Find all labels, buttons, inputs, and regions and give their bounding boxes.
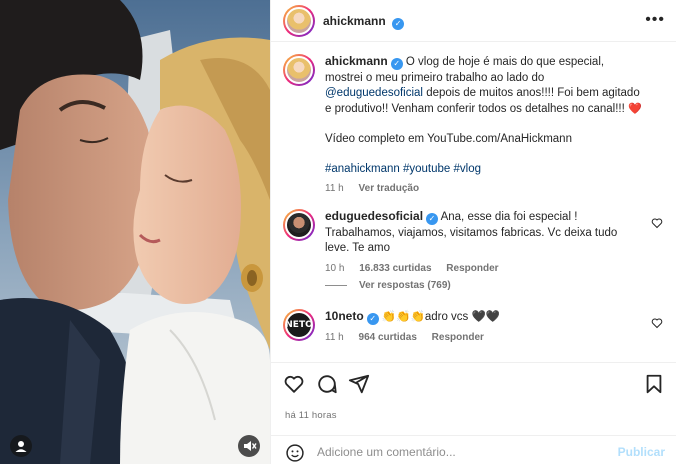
post-side-panel: ahickmann ✓ ••• ahickmann ✓ O vlog de hoj… <box>270 0 676 464</box>
verified-badge-icon: ✓ <box>390 58 403 70</box>
instagram-post-modal: ahickmann ✓ ••• ahickmann ✓ O vlog de hoj… <box>0 0 676 464</box>
author-avatar[interactable] <box>283 5 315 37</box>
caption-username[interactable]: ahickmann <box>325 54 388 68</box>
heart-icon[interactable] <box>283 373 305 395</box>
commenter-avatar[interactable] <box>283 209 315 241</box>
verified-badge-icon: ✓ <box>392 18 405 30</box>
comment-like-heart-icon[interactable] <box>651 217 663 229</box>
comment-text: 10neto ✓ 👏👏👏adro vcs 🖤🖤 <box>325 309 643 326</box>
comment-likes[interactable]: 964 curtidas <box>359 332 417 343</box>
view-replies-button[interactable]: Ver respostas (769) <box>325 280 451 291</box>
caption-video-line: Vídeo completo em YouTube.com/AnaHickman… <box>325 133 572 145</box>
bookmark-icon[interactable] <box>643 373 665 395</box>
add-comment-input[interactable] <box>317 442 607 462</box>
emoji-icon[interactable] <box>285 443 305 463</box>
caption-avatar[interactable] <box>283 54 315 86</box>
mention-link[interactable]: @eduguedesoficial <box>325 87 423 99</box>
comment-username[interactable]: 10neto <box>325 309 364 323</box>
tagged-users-icon[interactable] <box>10 435 32 457</box>
audio-muted-icon[interactable] <box>238 435 260 457</box>
replies-divider-line <box>325 284 347 286</box>
comment-meta: 11 h 964 curtidas Responder <box>325 332 665 343</box>
publish-button[interactable]: Publicar <box>618 445 665 459</box>
comment-icon[interactable] <box>316 373 338 395</box>
more-horizontal-icon[interactable]: ••• <box>645 12 665 28</box>
caption-text: ahickmann ✓ O vlog de hoje é mais do que … <box>325 54 643 177</box>
caption-meta: 11 h Ver tradução <box>325 183 665 194</box>
neto-avatar-logo: NETO <box>285 311 313 339</box>
author-username[interactable]: ahickmann <box>323 14 386 28</box>
comment-text: eduguedesoficial ✓ Ana, esse dia foi espe… <box>325 209 643 257</box>
post-time-ago[interactable]: há 11 horas <box>285 410 337 421</box>
comment-like-heart-icon[interactable] <box>651 317 663 329</box>
comment-likes[interactable]: 16.833 curtidas <box>359 263 431 274</box>
view-replies-label: Ver respostas (769) <box>359 280 451 291</box>
verified-badge-icon: ✓ <box>426 213 439 225</box>
comment-time[interactable]: 11 h <box>325 332 344 343</box>
add-comment-row: Publicar <box>271 435 676 464</box>
comment-meta: 10 h 16.833 curtidas Responder <box>325 263 665 274</box>
reply-button[interactable]: Responder <box>446 263 498 274</box>
comment-time[interactable]: 10 h <box>325 263 344 274</box>
comment-username[interactable]: eduguedesoficial <box>325 209 423 223</box>
verified-badge-icon: ✓ <box>366 313 379 325</box>
post-header: ahickmann ✓ ••• <box>271 0 676 42</box>
caption: ahickmann ✓ O vlog de hoje é mais do que … <box>283 54 665 194</box>
share-icon[interactable] <box>348 373 370 395</box>
author-name-row: ahickmann ✓ <box>323 14 405 30</box>
kiss-photo-illustration <box>0 0 270 464</box>
post-actions: há 11 horas Publicar <box>271 362 676 462</box>
reply-button[interactable]: Responder <box>432 332 484 343</box>
post-photo[interactable] <box>0 0 270 464</box>
caption-time[interactable]: 11 h <box>325 183 344 194</box>
comment-item: NETO 10neto ✓ 👏👏👏adro vcs 🖤🖤 11 h 964 cur… <box>283 309 665 343</box>
see-translation-link[interactable]: Ver tradução <box>359 183 420 194</box>
comment-body: 👏👏👏adro vcs 🖤🖤 <box>378 311 501 323</box>
caption-hashtags[interactable]: #anahickmann #youtube #vlog <box>325 162 643 178</box>
red-heart-emoji: ❤️ <box>628 102 642 115</box>
comments-list[interactable]: ahickmann ✓ O vlog de hoje é mais do que … <box>271 43 676 361</box>
comment-item: eduguedesoficial ✓ Ana, esse dia foi espe… <box>283 209 665 274</box>
commenter-avatar[interactable]: NETO <box>283 309 315 341</box>
